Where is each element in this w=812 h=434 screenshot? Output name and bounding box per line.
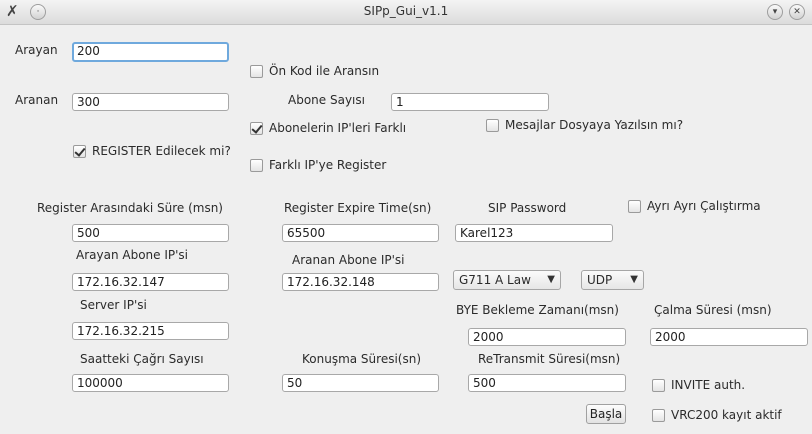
codec-select[interactable]: G711 A Law ▼ — [453, 270, 561, 290]
server-ip-label: Server IP'si — [80, 298, 147, 312]
konusma-suresi-label: Konuşma Süresi(sn) — [302, 352, 422, 366]
register-arasi-label: Register Arasındaki Süre (msn) — [37, 201, 223, 215]
chevron-down-icon: ▼ — [630, 274, 638, 285]
mesajlar-check[interactable] — [486, 118, 499, 132]
bye-bekleme-input[interactable]: 2000 — [468, 328, 626, 346]
aranan-input[interactable]: 300 — [72, 93, 229, 111]
ayri-calistirma-label: Ayrı Ayrı Çalıştırma — [647, 199, 761, 213]
codec-value: G711 A Law — [459, 273, 531, 287]
calma-suresi-input[interactable]: 2000 — [650, 328, 808, 346]
ip-farkli-label: Abonelerin IP'leri Farklı — [269, 121, 407, 135]
basla-button[interactable]: Başla — [586, 404, 626, 424]
vrc200-checkbox[interactable]: VRC200 kayıt aktif — [652, 408, 782, 422]
vrc200-label: VRC200 kayıt aktif — [671, 408, 782, 422]
server-ip-input[interactable]: 172.16.32.215 — [72, 322, 229, 340]
chevron-down-icon: ▼ — [547, 274, 555, 285]
on-kod-checkbox[interactable]: Ön Kod ile Aransın — [250, 64, 379, 78]
register-arasi-input[interactable]: 500 — [72, 224, 229, 242]
invite-auth-check[interactable] — [652, 378, 665, 392]
calma-suresi-label: Çalma Süresi (msn) — [654, 303, 772, 317]
register-expire-label: Register Expire Time(sn) — [284, 201, 432, 215]
arayan-input[interactable]: 200 — [72, 42, 229, 62]
arayan-label: Arayan — [15, 43, 58, 57]
ip-farkli-check[interactable] — [250, 121, 263, 135]
register-edilecek-label: REGISTER Edilecek mi? — [92, 144, 231, 158]
aranan-ip-input[interactable]: 172.16.32.148 — [282, 273, 439, 291]
retransmit-label: ReTransmit Süresi(msn) — [478, 352, 621, 366]
abone-sayisi-input[interactable]: 1 — [391, 93, 549, 111]
window-title: SIPp_Gui_v1.1 — [363, 4, 449, 18]
ayri-calistirma-checkbox[interactable]: Ayrı Ayrı Çalıştırma — [628, 199, 761, 213]
sip-password-input[interactable]: Karel123 — [455, 224, 613, 242]
title-bar[interactable]: ✗ · SIPp_Gui_v1.1 ▾ ✕ — [0, 0, 812, 25]
minimize-icon[interactable]: ▾ — [767, 4, 783, 20]
vrc200-check[interactable] — [652, 408, 665, 422]
konusma-suresi-input[interactable]: 50 — [282, 374, 439, 392]
farkli-ip-register-checkbox[interactable]: Farklı IP'ye Register — [250, 158, 386, 172]
aranan-ip-label: Aranan Abone IP'si — [292, 253, 405, 267]
ip-farkli-checkbox[interactable]: Abonelerin IP'leri Farklı — [250, 121, 406, 135]
farkli-ip-register-check[interactable] — [250, 158, 263, 172]
saatteki-cagri-input[interactable]: 100000 — [72, 374, 229, 392]
arayan-ip-label: Arayan Abone IP'si — [76, 248, 189, 262]
invite-auth-label: INVITE auth. — [671, 378, 746, 392]
arayan-ip-input[interactable]: 172.16.32.147 — [72, 273, 229, 291]
on-kod-check[interactable] — [250, 64, 263, 78]
app-window: ✗ · SIPp_Gui_v1.1 ▾ ✕ Arayan 200 Ön Kod … — [0, 0, 812, 434]
register-edilecek-checkbox[interactable]: REGISTER Edilecek mi? — [73, 144, 231, 158]
retransmit-input[interactable]: 500 — [468, 374, 626, 392]
transport-select[interactable]: UDP ▼ — [581, 270, 644, 290]
transport-value: UDP — [587, 273, 613, 287]
register-expire-input[interactable]: 65500 — [282, 224, 439, 242]
ayri-calistirma-check[interactable] — [628, 199, 641, 213]
aranan-label: Aranan — [15, 93, 59, 107]
on-kod-label: Ön Kod ile Aransın — [269, 64, 380, 78]
register-edilecek-check[interactable] — [73, 144, 86, 158]
invite-auth-checkbox[interactable]: INVITE auth. — [652, 378, 745, 392]
farkli-ip-register-label: Farklı IP'ye Register — [269, 158, 387, 172]
mesajlar-label: Mesajlar Dosyaya Yazılsın mı? — [505, 118, 684, 132]
mesajlar-checkbox[interactable]: Mesajlar Dosyaya Yazılsın mı? — [486, 118, 683, 132]
abone-sayisi-label: Abone Sayısı — [288, 93, 365, 107]
sip-password-label: SIP Password — [488, 201, 567, 215]
bye-bekleme-label: BYE Bekleme Zamanı(msn) — [456, 303, 619, 317]
close-icon[interactable]: ✕ — [789, 4, 805, 20]
saatteki-cagri-label: Saatteki Çağrı Sayısı — [80, 352, 204, 366]
